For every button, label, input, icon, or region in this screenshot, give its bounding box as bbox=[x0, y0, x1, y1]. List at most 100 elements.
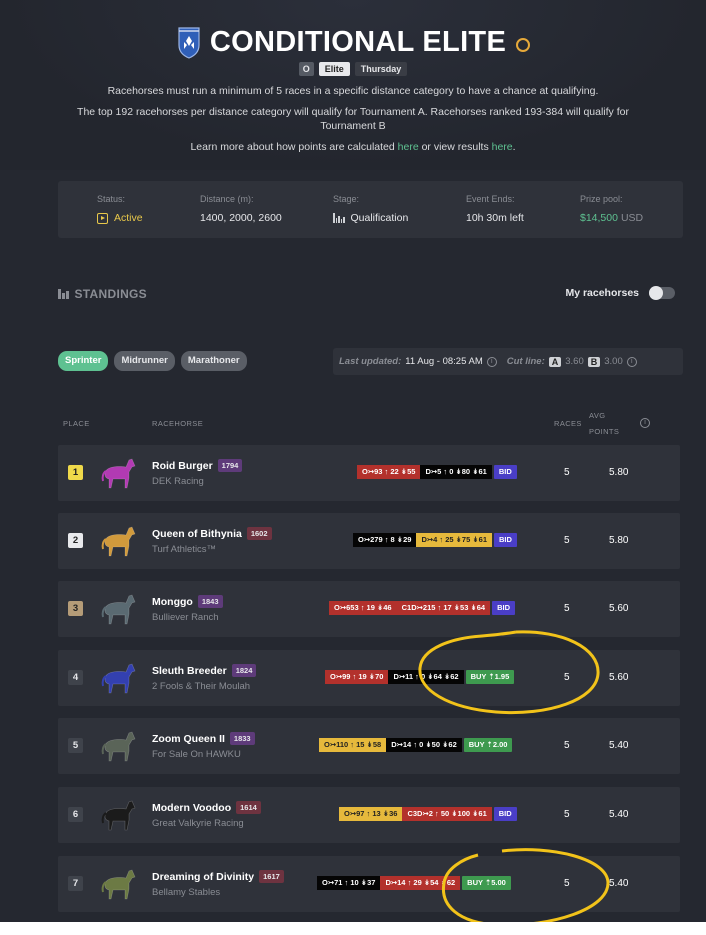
race-stats: O↣110 ↑ 15 ↡58 D↣14 ↑ 0 ↡50 ↡62 BUY ⇡2.00 bbox=[319, 738, 513, 752]
stable-name[interactable]: Great Valkyrie Racing bbox=[152, 818, 244, 829]
racehorse-name-line: Queen of Bithynia 1602 bbox=[152, 527, 272, 540]
ends-value: 10h 30m left bbox=[466, 212, 524, 224]
tab-sprinter[interactable]: Sprinter bbox=[58, 351, 109, 371]
buy-button[interactable]: BUY ⇡5.00 bbox=[462, 876, 511, 890]
overall-stats-chip: O↣93 ↑ 22 ↡55 bbox=[357, 465, 421, 479]
table-row[interactable]: 5 Zoom Queen II 1833 For Sale On HAWKU O↣110… bbox=[58, 718, 680, 774]
distance-value: 1400, 2000, 2600 bbox=[200, 212, 282, 224]
racehorse-name[interactable]: Sleuth Breeder bbox=[152, 665, 227, 677]
rating-badge: 1833 bbox=[229, 732, 255, 745]
learn-more-text: Learn more about how points are calculat… bbox=[0, 140, 706, 155]
ends-label: Event Ends: bbox=[466, 194, 515, 204]
table-row[interactable]: 3 Monggo 1843 Bulliever Ranch O↣653 ↑ 19 ↡46… bbox=[58, 581, 680, 637]
racehorse-name[interactable]: Monggo bbox=[152, 596, 193, 608]
table-row[interactable]: 6 Modern Voodoo 1614 Great Valkyrie Racing O… bbox=[58, 787, 680, 843]
racehorse-avatar[interactable] bbox=[98, 865, 138, 903]
place-badge: 6 bbox=[68, 807, 83, 822]
stable-name[interactable]: DEK Racing bbox=[152, 476, 204, 487]
points-info-link[interactable]: here bbox=[398, 141, 419, 153]
my-racehorses-toggle[interactable] bbox=[649, 286, 675, 300]
racehorse-avatar[interactable] bbox=[98, 522, 138, 560]
racehorse-name[interactable]: Zoom Queen II bbox=[152, 733, 225, 745]
race-stats: O↣71 ↑ 10 ↡37 D↣14 ↑ 29 ↡54 ↡62 BUY ⇡5.00 bbox=[317, 876, 511, 890]
rule-text-2: The top 192 racehorses per distance cate… bbox=[77, 106, 629, 118]
place-badge: 1 bbox=[68, 465, 83, 480]
overall-stats-chip: O↣110 ↑ 15 ↡58 bbox=[319, 738, 387, 752]
race-stats: O↣653 ↑ 19 ↡46 C1D↣215 ↑ 17 ↡53 ↡64 BID bbox=[329, 601, 516, 615]
tab-marathoner[interactable]: Marathoner bbox=[180, 351, 247, 371]
status-value: Active bbox=[97, 212, 143, 224]
bid-button[interactable]: BID bbox=[493, 465, 517, 479]
place-badge: 4 bbox=[68, 670, 83, 685]
distance-stats-chip: D↣5 ↑ 0 ↡80 ↡61 bbox=[420, 465, 492, 479]
racehorse-name-line: Dreaming of Divinity 1617 bbox=[152, 870, 284, 883]
racehorse-name[interactable]: Roid Burger bbox=[152, 460, 213, 472]
racehorse-name[interactable]: Dreaming of Divinity bbox=[152, 871, 254, 883]
table-row[interactable]: 1 Roid Burger 1794 DEK Racing O↣93 ↑ 22 ↡55 D… bbox=[58, 445, 680, 501]
stable-name[interactable]: Turf Athletics™ bbox=[152, 544, 216, 555]
standings-title: STANDINGS bbox=[74, 287, 147, 301]
event-status-panel: Status: Active Distance (m): 1400, 2000,… bbox=[58, 181, 683, 238]
header-place: PLACE bbox=[63, 419, 90, 428]
stage-value: Qualification bbox=[333, 212, 408, 224]
stage-column: Stage: Qualification bbox=[333, 194, 408, 224]
avg-points: 5.60 bbox=[609, 603, 629, 614]
buy-button[interactable]: BUY ⇡2.00 bbox=[463, 738, 513, 752]
header-avg: AVG bbox=[589, 411, 606, 420]
header-races: RACES bbox=[554, 419, 582, 428]
races-count: 5 bbox=[564, 878, 570, 889]
racehorse-name[interactable]: Modern Voodoo bbox=[152, 802, 231, 814]
cut-a-value: 3.60 bbox=[565, 356, 584, 367]
racehorse-avatar[interactable] bbox=[98, 796, 138, 834]
bid-button[interactable]: BID bbox=[494, 533, 517, 547]
cut-b-badge: B bbox=[587, 356, 601, 367]
table-row[interactable]: 4 Sleuth Breeder 1824 2 Fools & Their Moula… bbox=[58, 650, 680, 706]
stable-name[interactable]: 2 Fools & Their Moulah bbox=[152, 681, 250, 692]
races-count: 5 bbox=[564, 740, 570, 751]
table-row[interactable]: 7 Dreaming of Divinity 1617 Bellamy Stables… bbox=[58, 856, 680, 912]
rating-badge: 1617 bbox=[259, 870, 284, 883]
bid-button[interactable]: BID bbox=[492, 601, 516, 615]
info-icon[interactable]: i bbox=[626, 356, 637, 367]
rule-text-1: Racehorses must run a minimum of 5 races… bbox=[107, 85, 599, 97]
elite-shield-icon bbox=[178, 26, 200, 59]
racehorse-avatar[interactable] bbox=[98, 659, 138, 697]
bid-button[interactable]: BID bbox=[493, 807, 517, 821]
distance-stats-chip: D↣4 ↑ 25 ↡75 ↡61 bbox=[416, 533, 492, 547]
info-icon[interactable]: i bbox=[486, 356, 497, 367]
rule-text-3: Tournament B bbox=[320, 120, 386, 132]
info-icon[interactable]: i bbox=[640, 418, 650, 428]
prize-currency: USD bbox=[620, 212, 644, 224]
cut-b-value: 3.00 bbox=[604, 356, 623, 367]
overall-stats-chip: O↣653 ↑ 19 ↡46 bbox=[329, 601, 397, 615]
distance-stats-chip: D↣14 ↑ 29 ↡54 ↡62 bbox=[380, 876, 461, 890]
racehorse-name-line: Zoom Queen II 1833 bbox=[152, 732, 255, 745]
race-stats: O↣99 ↑ 19 ↡70 D↣11 ↑ 0 ↡64 ↡62 BUY ⇡1.95 bbox=[325, 670, 515, 684]
tab-midrunner[interactable]: Midrunner bbox=[114, 351, 175, 371]
racehorse-avatar[interactable] bbox=[98, 727, 138, 765]
rating-badge: 1794 bbox=[217, 459, 243, 472]
buy-button[interactable]: BUY ⇡1.95 bbox=[465, 670, 515, 684]
races-count: 5 bbox=[564, 467, 570, 478]
table-row[interactable]: 2 Queen of Bithynia 1602 Turf Athletics™ O↣2… bbox=[58, 513, 680, 569]
racehorse-avatar[interactable] bbox=[98, 454, 138, 492]
results-link[interactable]: here bbox=[492, 141, 513, 153]
play-icon bbox=[97, 212, 108, 224]
status-text: Active bbox=[114, 212, 143, 224]
class-tag: O bbox=[298, 62, 314, 76]
stable-name[interactable]: Bellamy Stables bbox=[152, 887, 220, 898]
racehorse-name[interactable]: Queen of Bithynia bbox=[152, 528, 242, 540]
distance-stats-chip: C3D↣2 ↑ 50 ↡100 ↡61 bbox=[402, 807, 492, 821]
stable-name[interactable]: Bulliever Ranch bbox=[152, 612, 219, 623]
coin-icon bbox=[516, 37, 531, 52]
racehorse-name-line: Roid Burger 1794 bbox=[152, 459, 243, 472]
overall-stats-chip: O↣279 ↑ 8 ↡29 bbox=[353, 533, 417, 547]
ends-column: Event Ends: 10h 30m left bbox=[466, 194, 524, 224]
stable-name[interactable]: For Sale On HAWKU bbox=[152, 749, 241, 760]
racehorse-name-line: Monggo 1843 bbox=[152, 595, 223, 608]
rating-badge: 1614 bbox=[236, 801, 261, 814]
learn-suffix: . bbox=[512, 141, 516, 153]
racehorse-avatar[interactable] bbox=[98, 590, 138, 628]
races-count: 5 bbox=[564, 809, 570, 820]
place-badge: 3 bbox=[68, 601, 83, 616]
